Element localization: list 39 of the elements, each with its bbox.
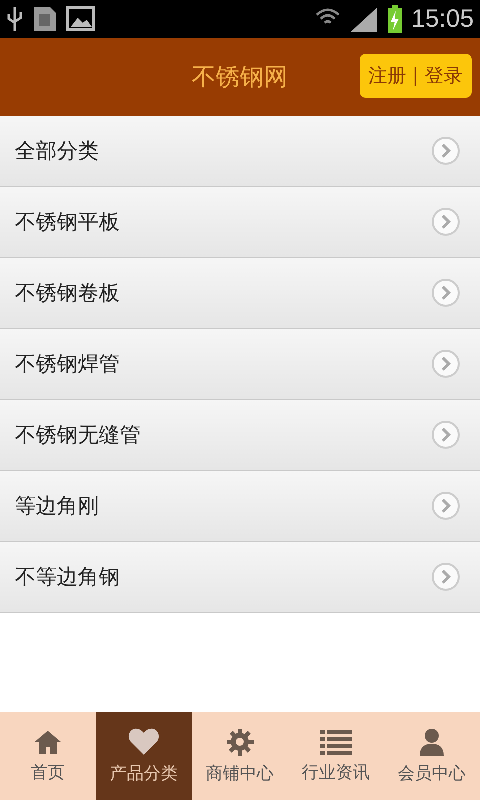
heart-icon — [128, 728, 160, 756]
category-item[interactable]: 等边角刚 — [0, 471, 480, 542]
chevron-icon — [431, 420, 461, 450]
category-label: 全部分类 — [15, 138, 99, 165]
list-icon — [320, 728, 352, 754]
settings-icon — [226, 728, 254, 756]
chevron-icon — [431, 136, 461, 166]
battery-icon — [387, 5, 404, 33]
home-icon — [34, 728, 62, 754]
tab[interactable]: 首页 — [0, 712, 96, 800]
category-label: 不锈钢卷板 — [15, 280, 120, 307]
category-item[interactable]: 不锈钢焊管 — [0, 329, 480, 400]
register-login-button[interactable]: 注册 | 登录 — [360, 54, 472, 98]
category-item[interactable]: 不锈钢平板 — [0, 187, 480, 258]
category-label: 等边角刚 — [15, 493, 99, 520]
user-icon — [419, 728, 445, 756]
chevron-icon — [431, 349, 461, 379]
category-label: 不锈钢焊管 — [15, 351, 120, 378]
chevron-icon — [431, 207, 461, 237]
usb-icon — [6, 6, 24, 32]
tab[interactable]: 产品分类 — [96, 712, 192, 800]
category-item[interactable]: 不等边角钢 — [0, 542, 480, 613]
tab[interactable]: 会员中心 — [384, 712, 480, 800]
signal-icon — [349, 6, 380, 32]
category-label: 不锈钢平板 — [15, 209, 120, 236]
clock: 15:05 — [411, 4, 474, 34]
tab[interactable]: 行业资讯 — [288, 712, 384, 800]
sim-card-icon — [32, 5, 58, 33]
category-item[interactable]: 不锈钢卷板 — [0, 258, 480, 329]
category-item[interactable]: 全部分类 — [0, 116, 480, 187]
category-label: 不等边角钢 — [15, 564, 120, 591]
category-item[interactable]: 不锈钢无缝管 — [0, 400, 480, 471]
tab[interactable]: 商铺中心 — [192, 712, 288, 800]
app-title: 不锈钢网 — [192, 62, 288, 93]
chevron-icon — [431, 562, 461, 592]
chevron-icon — [431, 491, 461, 521]
image-icon — [66, 6, 96, 32]
category-label: 不锈钢无缝管 — [15, 422, 141, 449]
chevron-icon — [431, 278, 461, 308]
